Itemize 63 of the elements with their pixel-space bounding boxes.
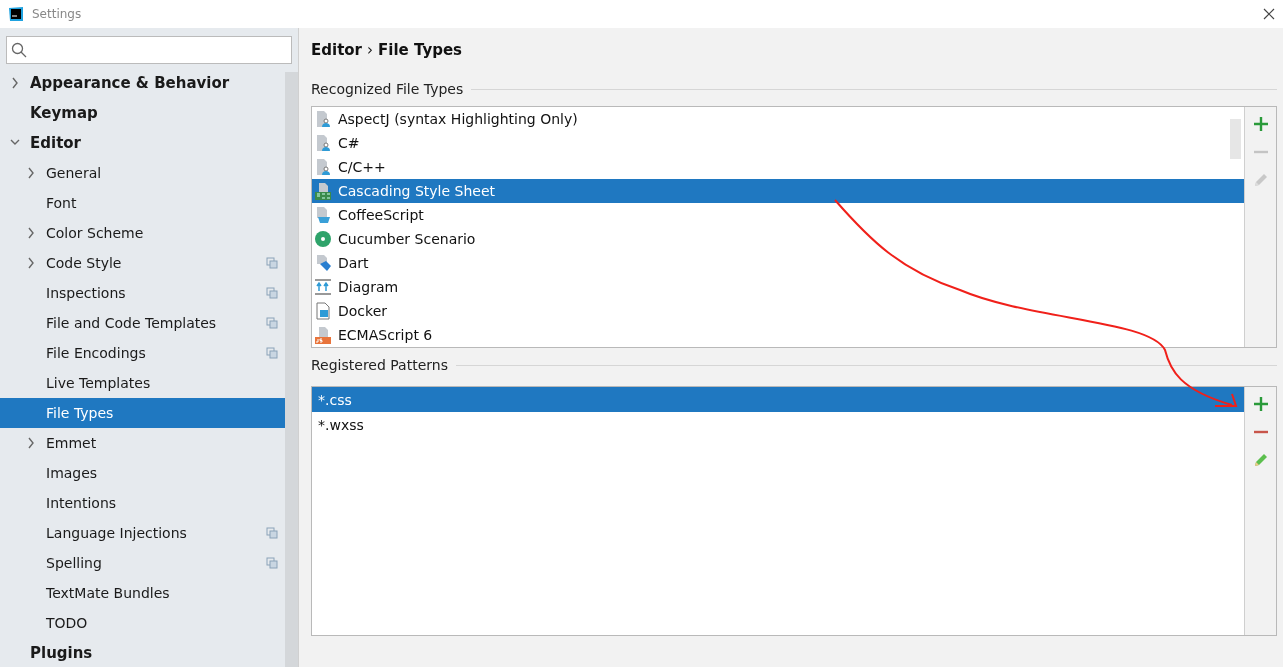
sidebar-item[interactable]: Plugins xyxy=(0,638,285,667)
file-type-item[interactable]: CoffeeScript xyxy=(312,203,1244,227)
chevron-right-icon[interactable] xyxy=(26,437,36,449)
sidebar-item[interactable]: Live Templates xyxy=(0,368,285,398)
pencil-icon xyxy=(1252,452,1269,468)
pattern-item[interactable]: *.wxss xyxy=(312,412,1244,437)
sidebar-item[interactable]: Font xyxy=(0,188,285,218)
pattern-item[interactable]: *.css xyxy=(312,387,1244,412)
section-title: Registered Patterns xyxy=(311,357,448,373)
sidebar-item[interactable]: Language Injections xyxy=(0,518,285,548)
file-type-item[interactable]: Cascading Style Sheet xyxy=(312,179,1244,203)
sidebar-item[interactable]: File Types xyxy=(0,398,285,428)
sidebar-item[interactable]: Keymap xyxy=(0,98,285,128)
scrollbar[interactable] xyxy=(1230,119,1241,159)
diagram-file-icon xyxy=(314,278,332,296)
dart-file-icon xyxy=(314,254,332,272)
chevron-right-icon[interactable] xyxy=(26,257,36,269)
js-file-icon xyxy=(314,326,332,344)
generic-file-icon xyxy=(314,134,332,152)
window-title: Settings xyxy=(32,7,82,21)
docker-file-icon xyxy=(314,302,332,320)
chevron-right-icon[interactable] xyxy=(26,167,36,179)
sidebar-item[interactable]: Images xyxy=(0,458,285,488)
breadcrumb-current: File Types xyxy=(378,41,462,59)
sidebar-item[interactable]: Editor xyxy=(0,128,285,158)
file-type-item[interactable]: C# xyxy=(312,131,1244,155)
plus-icon xyxy=(1252,396,1269,412)
section-title: Recognized File Types xyxy=(311,81,464,97)
plus-icon xyxy=(1252,116,1269,132)
sidebar-item[interactable]: Color Scheme xyxy=(0,218,285,248)
generic-file-icon xyxy=(314,110,332,128)
cucumber-file-icon xyxy=(314,230,332,248)
coffee-file-icon xyxy=(314,206,332,224)
pencil-icon xyxy=(1252,172,1269,188)
sidebar-item[interactable]: General xyxy=(0,158,285,188)
file-type-item[interactable]: Dart xyxy=(312,251,1244,275)
sidebar-item[interactable]: Intentions xyxy=(0,488,285,518)
search-icon xyxy=(11,42,27,58)
sidebar-item[interactable]: TODO xyxy=(0,608,285,638)
close-icon[interactable] xyxy=(1263,8,1275,20)
breadcrumb-parent[interactable]: Editor xyxy=(311,41,362,59)
sidebar-item[interactable]: Spelling xyxy=(0,548,285,578)
file-type-item[interactable]: Cucumber Scenario xyxy=(312,227,1244,251)
sidebar-item[interactable]: Code Style xyxy=(0,248,285,278)
file-type-item[interactable]: Docker xyxy=(312,299,1244,323)
scrollbar[interactable] xyxy=(285,72,298,667)
css-file-icon xyxy=(314,182,332,200)
sidebar-item[interactable]: File Encodings xyxy=(0,338,285,368)
file-type-item[interactable]: ECMAScript 6 xyxy=(312,323,1244,347)
breadcrumb-separator: › xyxy=(367,41,373,59)
sidebar-item[interactable]: Appearance & Behavior xyxy=(0,68,285,98)
app-logo-icon xyxy=(8,6,24,22)
chevron-right-icon[interactable] xyxy=(26,227,36,239)
sidebar-item[interactable]: Emmet xyxy=(0,428,285,458)
file-type-item[interactable]: AspectJ (syntax Highlighting Only) xyxy=(312,107,1244,131)
generic-file-icon xyxy=(314,158,332,176)
chevron-right-icon[interactable] xyxy=(10,77,20,89)
sidebar-item[interactable]: TextMate Bundles xyxy=(0,578,285,608)
sidebar-item[interactable]: File and Code Templates xyxy=(0,308,285,338)
file-type-item[interactable]: Diagram xyxy=(312,275,1244,299)
sidebar-item[interactable]: Inspections xyxy=(0,278,285,308)
search-field[interactable] xyxy=(6,36,292,64)
file-type-item[interactable]: C/C++ xyxy=(312,155,1244,179)
